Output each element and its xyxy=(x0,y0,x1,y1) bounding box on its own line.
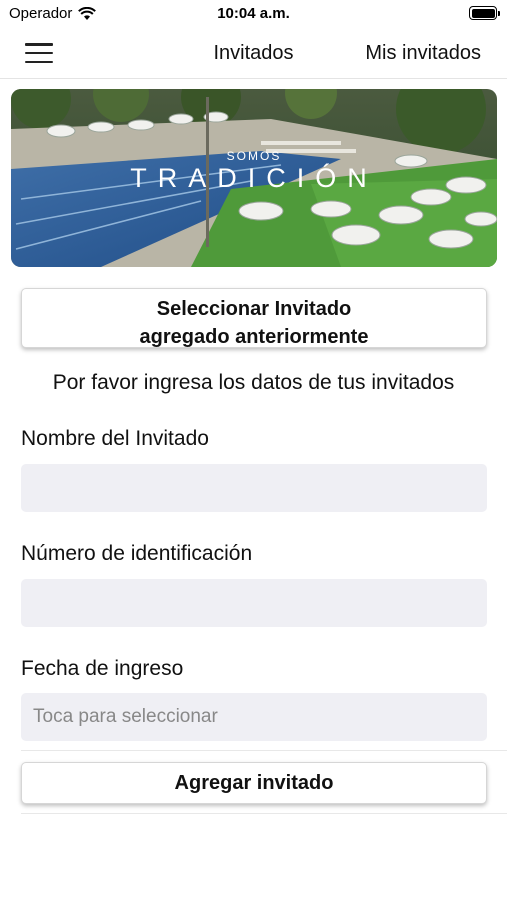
guest-name-label: Nombre del Invitado xyxy=(21,427,209,450)
entry-date-placeholder: Toca para seleccionar xyxy=(33,706,218,727)
nav-divider xyxy=(0,78,507,79)
status-time: 10:04 a.m. xyxy=(217,5,290,22)
form-divider xyxy=(21,750,507,751)
bottom-divider xyxy=(21,813,507,814)
entry-date-label: Fecha de ingreso xyxy=(21,657,184,680)
banner-title-text: TRADICIÓN xyxy=(130,163,378,193)
add-guest-button[interactable]: Agregar invitado xyxy=(21,762,487,804)
guest-name-input[interactable] xyxy=(21,464,487,512)
status-bar: Operador 10:04 a.m. xyxy=(0,0,507,28)
select-previous-guest-button[interactable]: Seleccionar Invitado agregado anteriorme… xyxy=(21,288,487,348)
nav-bar: Invitados Mis invitados xyxy=(0,30,507,76)
id-number-label: Número de identificación xyxy=(21,542,253,565)
banner-image: SOMOS TRADICIÓN xyxy=(11,89,497,267)
my-guests-link[interactable]: Mis invitados xyxy=(365,42,481,65)
battery-icon xyxy=(469,6,500,20)
id-number-input[interactable] xyxy=(21,579,487,627)
select-previous-line1: Seleccionar Invitado xyxy=(156,298,352,320)
banner-small-text: SOMOS xyxy=(226,149,282,163)
form-prompt: Por favor ingresa los datos de tus invit… xyxy=(52,371,455,394)
entry-date-picker[interactable]: Toca para seleccionar xyxy=(21,693,487,741)
select-previous-line2: agregado anteriormente xyxy=(139,326,369,348)
